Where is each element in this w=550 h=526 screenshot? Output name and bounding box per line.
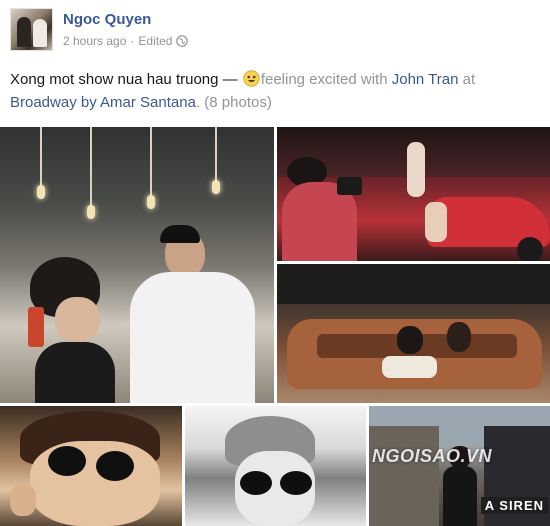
driver-head [397, 326, 423, 354]
passenger-head [447, 322, 471, 352]
avatar-figure-left [17, 17, 31, 47]
woman-shirt [35, 342, 115, 403]
hanging-lamp-cord [215, 127, 217, 182]
post-timestamp[interactable]: 2 hours ago [63, 34, 126, 48]
model-sitting [425, 202, 447, 242]
hanging-lamp-cord [150, 127, 152, 197]
photo-5[interactable] [185, 406, 366, 526]
driver-shirt [382, 356, 437, 378]
car-wheel [517, 237, 543, 261]
photo-1[interactable] [0, 127, 274, 403]
model-standing [407, 142, 425, 197]
feeling-label: feeling excited [260, 71, 357, 88]
avatar-figure-right [33, 19, 47, 47]
photo-2[interactable] [277, 127, 550, 261]
place-link[interactable]: Broadway by Amar Santana [10, 94, 196, 111]
building-wall [369, 426, 439, 526]
foliage-background [277, 264, 550, 304]
watermark-logo: NGOISAO.VN [372, 446, 493, 466]
globe-icon[interactable] [176, 35, 189, 47]
man-white-shirt [130, 272, 255, 403]
storefront-sign: A SIREN [480, 497, 548, 514]
smiley-excited-icon [243, 70, 260, 87]
with-word: with [356, 71, 392, 88]
author-avatar[interactable] [10, 8, 53, 51]
photo-4[interactable] [0, 406, 182, 526]
edited-label[interactable]: Edited [138, 34, 172, 48]
hanging-bulb [212, 180, 220, 194]
red-bottle [28, 307, 44, 347]
photo-count[interactable]: . (8 photos) [196, 94, 272, 111]
tagged-person-link[interactable]: John Tran [392, 71, 459, 88]
post-header: Ngoc Quyen 2 hours ago · Edited [10, 8, 540, 52]
author-name-link[interactable]: Ngoc Quyen [63, 11, 151, 28]
right-sunglass-lens [96, 451, 134, 481]
right-sunglass-lens [280, 471, 312, 495]
left-sunglass-lens [240, 471, 272, 495]
post-message: Xong mot show nua hau truong — feeling e… [10, 68, 540, 114]
post-message-text: Xong mot show nua hau truong — [10, 71, 242, 88]
hanging-lamp-cord [90, 127, 92, 207]
hanging-bulb [87, 205, 95, 219]
woman-outfit [443, 466, 477, 526]
hanging-lamp-cord [40, 127, 42, 187]
camera [337, 177, 362, 195]
photo-3[interactable] [277, 264, 550, 403]
man-hair [160, 225, 200, 243]
at-word: at [458, 71, 476, 88]
meta-separator: · [130, 34, 135, 48]
post-meta: 2 hours ago · Edited [63, 34, 189, 48]
left-sunglass-lens [48, 446, 86, 476]
hand [10, 484, 36, 516]
hanging-bulb [147, 195, 155, 209]
hanging-bulb [37, 185, 45, 199]
woman-face [55, 297, 100, 342]
